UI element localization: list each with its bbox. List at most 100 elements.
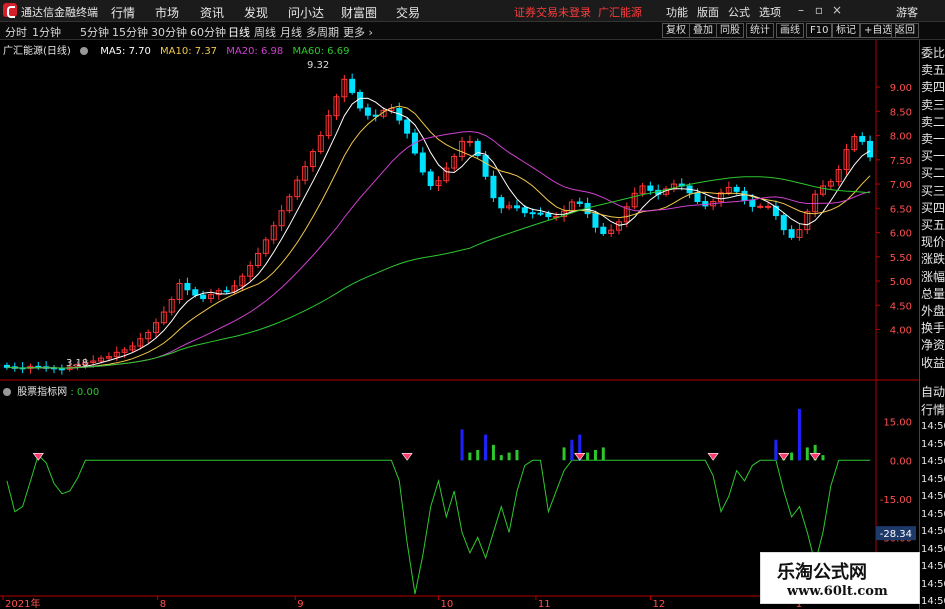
candle-body [58, 368, 65, 371]
draw-line-button[interactable]: 画线 [776, 23, 804, 38]
auto-quote-label[interactable]: 行情 [921, 402, 945, 418]
minimize-window-icon[interactable]: – [794, 3, 808, 17]
period-1min[interactable]: 1分钟 [32, 24, 61, 40]
date-tick-label: 12 [653, 599, 666, 609]
menu-zixun[interactable]: 资讯 [200, 4, 224, 21]
candle-body [184, 282, 191, 291]
indicator-bar-green [562, 447, 566, 461]
period-60min[interactable]: 60分钟 [190, 24, 226, 40]
tick-time: 14:50 [921, 561, 945, 572]
period-30min[interactable]: 30分钟 [151, 24, 187, 40]
candle-body [867, 140, 874, 158]
app-title: 通达信金融终端 [21, 6, 98, 19]
candle-body [200, 294, 207, 299]
indicator-title: 股票指标网 [17, 387, 68, 398]
price-tick-label: 4.50 [890, 301, 912, 312]
candle-body [592, 213, 599, 228]
tick-time: 14:50 [921, 491, 945, 502]
app-logo-icon [3, 3, 17, 18]
restore-window-icon[interactable]: ▫ [812, 3, 826, 17]
menu-gongshi[interactable]: 公式 [728, 4, 750, 20]
settings-circle-icon[interactable] [80, 47, 88, 55]
indicator-bar-green [476, 450, 480, 461]
chart-toolbar: 分时 1分钟 5分钟 15分钟 30分钟 60分钟 日线 周线 月线 多周期 更… [0, 22, 945, 40]
price-tick-label: 4.00 [890, 326, 912, 337]
menu-shichang[interactable]: 市场 [155, 4, 179, 21]
tick-time: 14:50 [921, 456, 945, 467]
tick-time: 14:50 [921, 508, 945, 520]
menu-caifuquan[interactable]: 财富圈 [341, 4, 377, 21]
current-value-label: -28.34 [880, 529, 912, 540]
stock-title: 广汇能源(日线) [3, 46, 71, 57]
signal-marker-icon [778, 452, 790, 461]
menu-wenxiaoda[interactable]: 问小达 [288, 4, 324, 21]
period-fenshi[interactable]: 分时 [5, 24, 27, 40]
menu-jiaoyi[interactable]: 交易 [396, 4, 420, 21]
candle-body [600, 226, 607, 235]
price-tick-label: 7.50 [890, 156, 912, 167]
indicator-bar-green [499, 455, 503, 461]
signal-marker-icon [809, 452, 821, 461]
trade-login-notice[interactable]: 证券交易未登录 广汇能源 [514, 4, 642, 20]
menu-xuanxiang[interactable]: 选项 [759, 4, 781, 20]
low-price-label: 3.18 [66, 358, 88, 369]
auto-quote-label[interactable]: 自动 [921, 384, 945, 400]
price-tick-label: 8.50 [890, 107, 912, 118]
back-button[interactable]: 返回 [891, 23, 919, 38]
indicator-bar-blue [774, 439, 778, 461]
quote-label: 现价 [921, 235, 945, 250]
quote-label: 涨跌 [921, 252, 945, 267]
menu-faxian[interactable]: 发现 [244, 4, 268, 21]
indicator-settings-icon[interactable] [3, 388, 11, 396]
menu-gongneng[interactable]: 功能 [666, 4, 688, 20]
period-monthly[interactable]: 月线 [280, 24, 302, 40]
indicator-bar-green [601, 447, 605, 461]
same-stock-button[interactable]: 同股 [716, 23, 744, 38]
overlay-button[interactable]: 叠加 [689, 23, 717, 38]
period-weekly[interactable]: 周线 [254, 24, 276, 40]
indicator-tick-label: -15.00 [880, 495, 912, 506]
candle-body [349, 78, 356, 93]
ma5-line [6, 97, 871, 369]
candle-body [466, 140, 473, 143]
quote-label: 买二 [921, 166, 945, 181]
candle-body [513, 205, 520, 209]
kline-chart[interactable]: 9.00 8.50 8.00 7.50 7.00 6.50 6.00 5.50 5.00 4.50… [0, 40, 919, 609]
indicator-bar-blue [484, 434, 488, 461]
ma60-line [6, 176, 871, 369]
tick-time: 14:50 [921, 526, 945, 537]
indicator-bar-blue [570, 439, 574, 461]
candle-body [482, 154, 489, 177]
indicator-bar-blue [460, 429, 464, 461]
statistics-button[interactable]: 统计 [746, 23, 774, 38]
period-15min[interactable]: 15分钟 [112, 24, 148, 40]
ma5-value: MA5: 7.70 [100, 46, 151, 57]
indicator-bar-green [593, 450, 597, 461]
candle-body [364, 107, 371, 116]
period-multi[interactable]: 多周期 [306, 24, 339, 40]
period-more[interactable]: 更多 › [343, 24, 373, 40]
candle-body [419, 152, 426, 173]
quote-label: 卖三 [921, 97, 945, 112]
quote-label: 卖二 [921, 114, 945, 129]
period-daily[interactable]: 日线 [228, 24, 250, 40]
tick-time: 14:50 [921, 543, 945, 555]
f10-button[interactable]: F10 [806, 23, 833, 38]
period-5min[interactable]: 5分钟 [80, 24, 109, 40]
quote-label: 卖五 [921, 63, 945, 78]
price-tick-label: 7.00 [890, 180, 912, 191]
menu-hangqing[interactable]: 行情 [111, 4, 135, 21]
candle-body [223, 290, 230, 293]
fuquan-button[interactable]: 复权 [662, 23, 690, 38]
candle-body [733, 186, 740, 192]
candle-body [780, 215, 787, 231]
watermark: 乐淘公式网 www.60lt.com [760, 552, 920, 604]
watermark-title: 乐淘公式网 [777, 562, 867, 583]
watermark-url: www.60lt.com [787, 584, 888, 599]
guest-account[interactable]: 游客 [896, 4, 918, 20]
mark-button[interactable]: 标记 [832, 23, 860, 38]
quote-label: 买一 [921, 149, 945, 164]
close-window-icon[interactable]: × [830, 3, 844, 17]
tick-time: 14:50 [921, 421, 945, 432]
menu-banmian[interactable]: 版面 [697, 4, 719, 20]
